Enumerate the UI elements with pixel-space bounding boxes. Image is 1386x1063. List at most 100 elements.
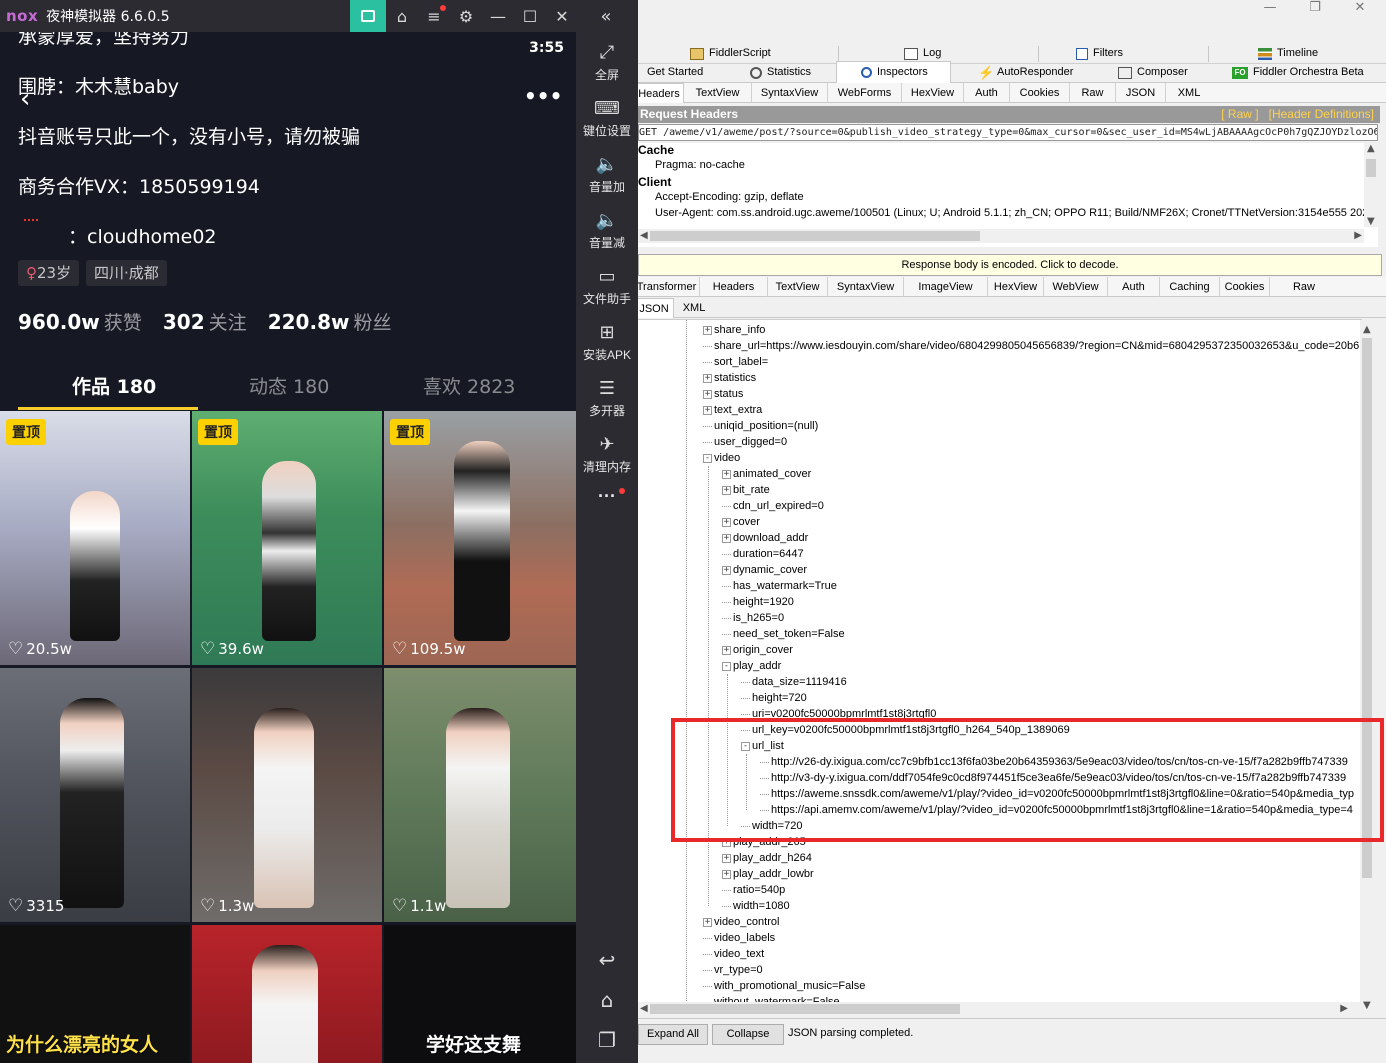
android-back-icon[interactable]: ↩	[576, 948, 638, 972]
tree-node[interactable]: has_watermark=True	[733, 578, 837, 594]
expand-node-icon[interactable]: +	[703, 406, 712, 415]
video-thumbnail[interactable]: ♡ 1.3w	[192, 668, 382, 922]
video-thumbnail[interactable]: 为什么漂亮的女人	[0, 925, 190, 1063]
tab-likes[interactable]: 喜欢 2823	[423, 372, 515, 399]
resp-tab-webview[interactable]: WebView	[1044, 277, 1108, 297]
req-tab-hexview[interactable]: HexView	[902, 83, 964, 103]
tree-node[interactable]: uniqid_position=(null)	[714, 418, 818, 434]
request-line[interactable]: GET /aweme/v1/aweme/post/?source=0&publi…	[638, 124, 1378, 141]
header-line[interactable]: Pragma: no-cache	[655, 159, 745, 171]
req-tab-json[interactable]: JSON	[1116, 83, 1166, 103]
req-tab-raw[interactable]: Raw	[1070, 83, 1116, 103]
tree-node[interactable]: duration=6447	[733, 546, 804, 562]
tab-fiddler-orchestra[interactable]: FO Fiddler Orchestra Beta	[1232, 63, 1364, 82]
sidebar-item-clean-memory[interactable]: ✈ 清理内存	[576, 434, 638, 475]
tree-node[interactable]: need_set_token=False	[733, 626, 845, 642]
minimize-icon[interactable]: —	[482, 0, 514, 32]
collapse-button[interactable]: Collapse	[712, 1024, 784, 1045]
tab-get-started[interactable]: Get Started	[647, 63, 703, 82]
back-arrow-icon[interactable]: ‹	[20, 84, 30, 114]
req-tab-cookies[interactable]: Cookies	[1010, 83, 1070, 103]
expand-node-icon[interactable]: +	[703, 390, 712, 399]
gift-icon[interactable]	[350, 0, 386, 32]
resp-tab-headers[interactable]: Headers	[700, 277, 768, 297]
tree-node[interactable]: bit_rate	[733, 482, 770, 498]
tree-node[interactable]: statistics	[714, 370, 756, 386]
tree-node[interactable]: video	[714, 450, 740, 466]
expand-node-icon[interactable]: +	[722, 470, 731, 479]
scroll-thumb[interactable]	[650, 1004, 960, 1014]
raw-link[interactable]: [ Raw ]	[1221, 107, 1258, 121]
tree-node[interactable]: animated_cover	[733, 466, 811, 482]
tree-node[interactable]: width=1080	[733, 898, 790, 914]
scroll-right-icon[interactable]: ▶	[1340, 1003, 1348, 1014]
tree-node[interactable]: cover	[733, 514, 760, 530]
tree-node[interactable]: with_promotional_music=False	[714, 978, 865, 994]
home-icon[interactable]: ⌂	[386, 0, 418, 32]
expand-node-icon[interactable]: +	[722, 566, 731, 575]
req-tab-syntaxview[interactable]: SyntaxView	[752, 83, 828, 103]
sidebar-item-install-apk[interactable]: ⊞ 安装APK	[576, 322, 638, 363]
header-line[interactable]: User-Agent: com.ss.android.ugc.aweme/100…	[655, 207, 1375, 219]
tree-node[interactable]: user_digged=0	[714, 434, 787, 450]
expand-node-icon[interactable]: +	[703, 326, 712, 335]
tree-node[interactable]: share_info	[714, 322, 765, 338]
expand-node-icon[interactable]: +	[722, 518, 731, 527]
scroll-down-icon[interactable]: ▼	[1367, 216, 1375, 227]
video-thumbnail[interactable]: 置顶 ♡ 109.5w	[384, 411, 576, 665]
sidebar-item-file-helper[interactable]: ▭ 文件助手	[576, 266, 638, 307]
expand-node-icon[interactable]: +	[722, 854, 731, 863]
video-thumbnail[interactable]: 置顶 ♡ 20.5w	[0, 411, 190, 665]
stat-item[interactable]: 220.8w 粉丝	[268, 310, 392, 334]
tree-node[interactable]: is_h265=0	[733, 610, 784, 626]
resp-tab-syntaxview[interactable]: SyntaxView	[828, 277, 904, 297]
req-tab-xml[interactable]: XML	[1166, 83, 1212, 103]
android-recent-apps-icon[interactable]: ❐	[576, 1028, 638, 1052]
collapse-node-icon[interactable]: -	[703, 454, 712, 463]
headers-horizontal-scrollbar[interactable]: ◀ ▶	[638, 229, 1364, 243]
android-home-icon[interactable]: ⌂	[576, 988, 638, 1012]
scroll-thumb[interactable]	[650, 231, 980, 241]
sidebar-item-volume-down[interactable]: 🔈 音量减	[576, 210, 638, 251]
minimize-icon[interactable]: —	[1250, 0, 1290, 16]
tree-node[interactable]: video_labels	[714, 930, 775, 946]
close-icon[interactable]: ✕	[1340, 0, 1380, 16]
header-definitions-link[interactable]: [Header Definitions]	[1269, 107, 1374, 121]
expand-node-icon[interactable]: +	[722, 534, 731, 543]
scroll-right-icon[interactable]: ▶	[1354, 230, 1362, 241]
encoded-notice[interactable]: Response body is encoded. Click to decod…	[638, 254, 1382, 276]
tree-node[interactable]: height=1920	[733, 594, 794, 610]
expand-node-icon[interactable]: +	[722, 870, 731, 879]
req-tab-headers[interactable]: Headers	[638, 83, 684, 103]
tab-dynamics[interactable]: 动态 180	[249, 372, 329, 399]
scroll-left-icon[interactable]: ◀	[640, 230, 648, 241]
req-tab-webforms[interactable]: WebForms	[828, 83, 902, 103]
resp-tab-raw[interactable]: Raw	[1270, 277, 1338, 297]
settings-gear-icon[interactable]: ⚙	[450, 0, 482, 32]
tree-node[interactable]: without_watermark=False	[714, 994, 840, 1002]
tree-node[interactable]: cdn_url_expired=0	[733, 498, 824, 514]
close-icon[interactable]: ✕	[546, 0, 578, 32]
resp-tab-imageview[interactable]: ImageView	[904, 277, 988, 297]
restore-icon[interactable]: ❐	[1295, 0, 1335, 16]
json-vertical-scrollbar[interactable]: ▲ ▼	[1360, 320, 1374, 1015]
tab-statistics[interactable]: Statistics	[750, 63, 811, 82]
stat-item[interactable]: 302 关注	[163, 310, 247, 334]
video-thumbnail[interactable]: 置顶 ♡ 39.6w	[192, 411, 382, 665]
tree-node[interactable]: play_addr_lowbr	[733, 866, 814, 882]
scroll-left-icon[interactable]: ◀	[640, 1003, 648, 1014]
collapse-sidebar-icon[interactable]: «	[590, 0, 622, 32]
resp-tab-caching[interactable]: Caching	[1160, 277, 1220, 297]
tree-node[interactable]: download_addr	[733, 530, 808, 546]
tree-node[interactable]: dynamic_cover	[733, 562, 807, 578]
tree-node[interactable]: play_addr	[733, 658, 781, 674]
tab-timeline[interactable]: Timeline	[1258, 44, 1318, 63]
more-tools-icon[interactable]: ···	[576, 486, 638, 507]
header-section-client[interactable]: Client	[638, 175, 671, 189]
expand-all-button[interactable]: Expand All	[638, 1024, 708, 1045]
video-thumbnail[interactable]: ♡ 1.1w	[384, 668, 576, 922]
tree-node[interactable]: status	[714, 386, 743, 402]
resp-tab-xml[interactable]: XML	[674, 298, 714, 318]
tab-filters[interactable]: Filters	[1076, 44, 1123, 63]
collapse-node-icon[interactable]: -	[722, 662, 731, 671]
